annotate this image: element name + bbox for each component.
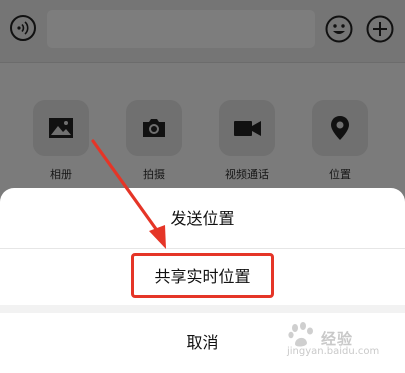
paw-logo-icon	[288, 322, 313, 347]
annotation-arrow	[91, 139, 166, 249]
watermark-url: jingyan.baidu.com	[287, 346, 380, 357]
baidu-jingyan-watermark: 经验 jingyan.baidu.com	[287, 322, 383, 362]
screen: 相册 拍摄 视频通话 位置 发送位置 共享实时位置 取消 经验 jingyan.…	[0, 0, 405, 373]
